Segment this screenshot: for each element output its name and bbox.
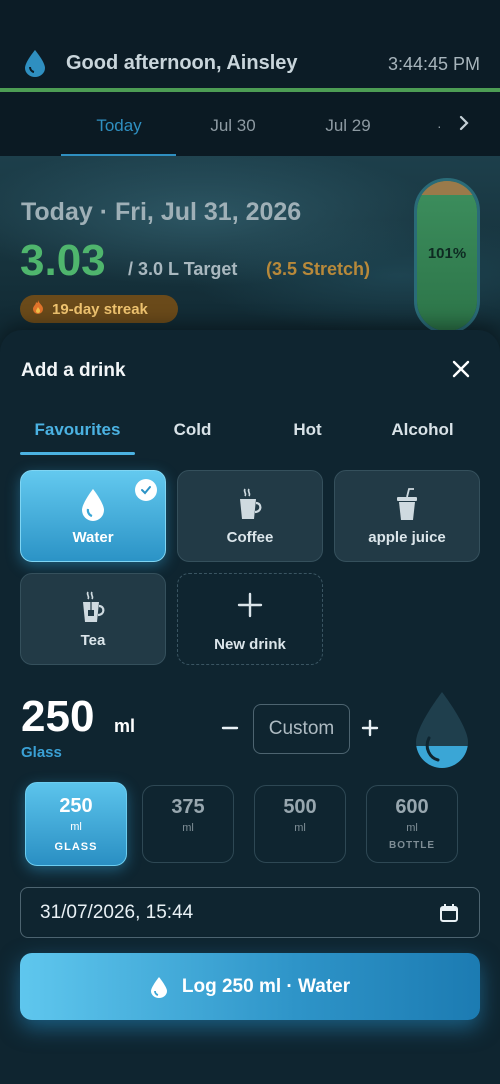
tab-alcohol[interactable]: Alcohol bbox=[365, 420, 480, 440]
size-value: 600 bbox=[395, 796, 429, 818]
day-title: Today · Fri, Jul 31, 2026 bbox=[21, 198, 302, 226]
amount-unit: ml bbox=[114, 716, 136, 736]
size-value: 500 bbox=[283, 796, 317, 818]
size-value: 375 bbox=[171, 796, 205, 818]
date-tabs: Today Jul 30 Jul 29 · bbox=[0, 92, 500, 156]
flame-icon bbox=[32, 299, 44, 319]
datetime-value: 31/07/2026, 15:44 bbox=[40, 901, 194, 923]
tab-favourites[interactable]: Favourites bbox=[20, 420, 135, 440]
date-tab-overflow[interactable]: · bbox=[437, 118, 442, 134]
custom-amount-input[interactable] bbox=[253, 704, 350, 754]
size-name: BOTTLE bbox=[389, 840, 435, 851]
streak-text: 19-day streak bbox=[52, 300, 148, 318]
size-unit: ml bbox=[294, 822, 306, 834]
log-drink-button[interactable]: Log 250 ml · Water bbox=[20, 953, 480, 1020]
category-tab-indicator bbox=[20, 452, 135, 455]
size-preset-600[interactable]: 600 ml BOTTLE bbox=[366, 785, 458, 863]
streak-badge: 19-day streak bbox=[20, 295, 178, 323]
drink-card-apple-juice[interactable]: apple juice bbox=[334, 470, 480, 562]
coffee-cup-icon bbox=[178, 487, 322, 523]
juice-cup-icon bbox=[335, 487, 479, 523]
date-tab-today[interactable]: Today bbox=[61, 116, 177, 136]
datetime-field[interactable]: 31/07/2026, 15:44 bbox=[20, 887, 480, 938]
greeting-text: Good afternoon, Ainsley bbox=[66, 52, 298, 74]
add-drink-sheet: Add a drink Favourites Cold Hot Alcohol … bbox=[0, 330, 500, 1084]
size-preset-250[interactable]: 250 ml GLASS bbox=[25, 782, 127, 866]
stretch-target-text: (3.5 Stretch) bbox=[266, 259, 371, 279]
plus-icon bbox=[178, 590, 322, 620]
size-name: GLASS bbox=[54, 841, 98, 853]
size-value: 250 bbox=[59, 795, 93, 817]
decrease-button[interactable] bbox=[220, 714, 240, 745]
size-unit: ml bbox=[182, 822, 194, 834]
amount-value: 250 bbox=[21, 692, 95, 741]
progress-percent: 101% bbox=[427, 245, 467, 262]
new-drink-button[interactable]: New drink bbox=[177, 573, 323, 665]
tab-cold[interactable]: Cold bbox=[135, 420, 250, 440]
size-unit: ml bbox=[406, 822, 418, 834]
drink-label: New drink bbox=[214, 636, 286, 653]
water-drop-icon bbox=[21, 487, 165, 523]
close-icon[interactable] bbox=[448, 356, 474, 382]
drink-card-water[interactable]: Water bbox=[20, 470, 166, 562]
increase-button[interactable] bbox=[360, 714, 380, 745]
intake-amount: 3.03 bbox=[20, 236, 106, 285]
daily-summary: Today · Fri, Jul 31, 2026 3.03 / 3.0 L T… bbox=[0, 156, 500, 356]
size-unit: ml bbox=[70, 821, 82, 833]
water-drop-icon bbox=[150, 976, 168, 998]
drink-card-tea[interactable]: Tea bbox=[20, 573, 166, 665]
water-drop-icon bbox=[22, 48, 48, 83]
log-button-label: Log 250 ml · Water bbox=[181, 975, 351, 997]
progress-bottle: 101% bbox=[414, 178, 480, 334]
tea-cup-icon bbox=[21, 590, 165, 626]
drink-label: Tea bbox=[80, 632, 106, 649]
fill-level-drop-icon bbox=[412, 690, 472, 775]
calendar-icon[interactable] bbox=[439, 903, 459, 929]
category-tabs: Favourites Cold Hot Alcohol bbox=[20, 414, 480, 455]
clock-time: 3:44:45 PM bbox=[387, 54, 480, 74]
size-preset-500[interactable]: 500 ml bbox=[254, 785, 346, 863]
amount-size-name: Glass bbox=[21, 744, 62, 761]
target-text: / 3.0 L Target bbox=[128, 259, 238, 279]
drink-label: Coffee bbox=[226, 529, 274, 546]
sheet-title: Add a drink bbox=[21, 360, 126, 381]
drink-card-coffee[interactable]: Coffee bbox=[177, 470, 323, 562]
chevron-right-icon[interactable] bbox=[456, 114, 472, 137]
app-header: Good afternoon, Ainsley 3:44:45 PM bbox=[0, 0, 500, 92]
date-tab-jul-29[interactable]: Jul 29 bbox=[290, 116, 406, 136]
drink-label: apple juice bbox=[368, 529, 446, 546]
drink-label: Water bbox=[72, 529, 114, 546]
date-tab-jul-30[interactable]: Jul 30 bbox=[175, 116, 291, 136]
bottle-foam bbox=[417, 181, 477, 195]
tab-hot[interactable]: Hot bbox=[250, 420, 365, 440]
size-preset-375[interactable]: 375 ml bbox=[142, 785, 234, 863]
